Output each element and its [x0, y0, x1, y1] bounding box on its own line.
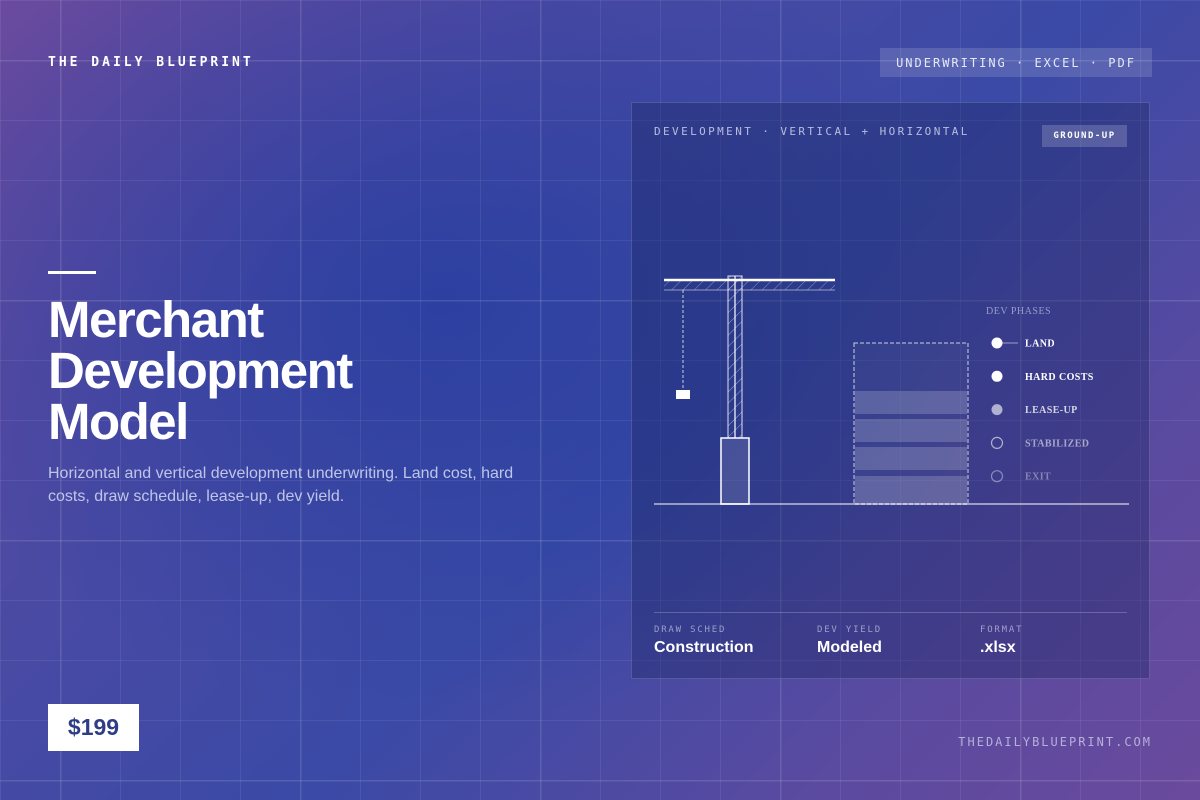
tower-crane-icon — [664, 275, 835, 505]
accent-line — [48, 271, 96, 274]
phase-label: HARD COSTS — [1025, 372, 1094, 383]
format-tag: UNDERWRITING · EXCEL · PDF — [880, 48, 1152, 77]
stat-label: DEV YIELD — [817, 625, 882, 635]
phase-marker-stabilized — [990, 436, 1004, 449]
phase-label: EXIT — [1025, 472, 1051, 483]
product-preview-card: DEVELOPMENT · VERTICAL + HORIZONTAL GROU… — [631, 102, 1150, 679]
phase-marker-land — [991, 337, 1003, 349]
phase-marker-exit — [990, 470, 1004, 483]
phase-label: LAND — [1025, 339, 1055, 350]
phase-marker-hard-costs — [991, 370, 1003, 382]
page-title: Merchant Development Model — [48, 294, 568, 447]
stat-label: FORMAT — [980, 625, 1024, 635]
brand-wordmark[interactable]: THE DAILY BLUEPRINT — [48, 55, 254, 70]
stats-row: DRAW SCHED Construction DEV YIELD Modele… — [654, 612, 1127, 656]
stat-format: FORMAT .xlsx — [980, 625, 1023, 657]
stat-draw-schedule: DRAW SCHED Construction — [654, 625, 754, 657]
stat-value: Modeled — [817, 639, 882, 656]
title-line: Model — [48, 393, 189, 450]
title-line: Development — [48, 342, 353, 399]
site-url-link[interactable]: THEDAILYBLUEPRINT.COM — [958, 735, 1152, 749]
stat-value: Construction — [654, 639, 754, 656]
building-under-construction-icon — [853, 342, 969, 505]
phase-marker-lease-up — [991, 404, 1003, 416]
phase-label: LEASE-UP — [1025, 405, 1078, 416]
page-subtitle: Horizontal and vertical development unde… — [48, 465, 514, 505]
stat-label: DRAW SCHED — [654, 625, 727, 635]
phases-title: DEV PHASES — [986, 306, 1051, 317]
price-button[interactable]: $199 — [48, 704, 139, 751]
stat-dev-yield: DEV YIELD Modeled — [817, 625, 882, 657]
development-illustration: DEV PHASES LAND HARD COSTS LEASE-UP STABILI… — [654, 275, 1129, 505]
phase-label: STABILIZED — [1025, 438, 1089, 449]
stat-value: .xlsx — [980, 639, 1016, 656]
title-line: Merchant — [48, 291, 264, 348]
dev-phases-list: DEV PHASES LAND HARD COSTS LEASE-UP STABILI… — [986, 306, 1094, 483]
